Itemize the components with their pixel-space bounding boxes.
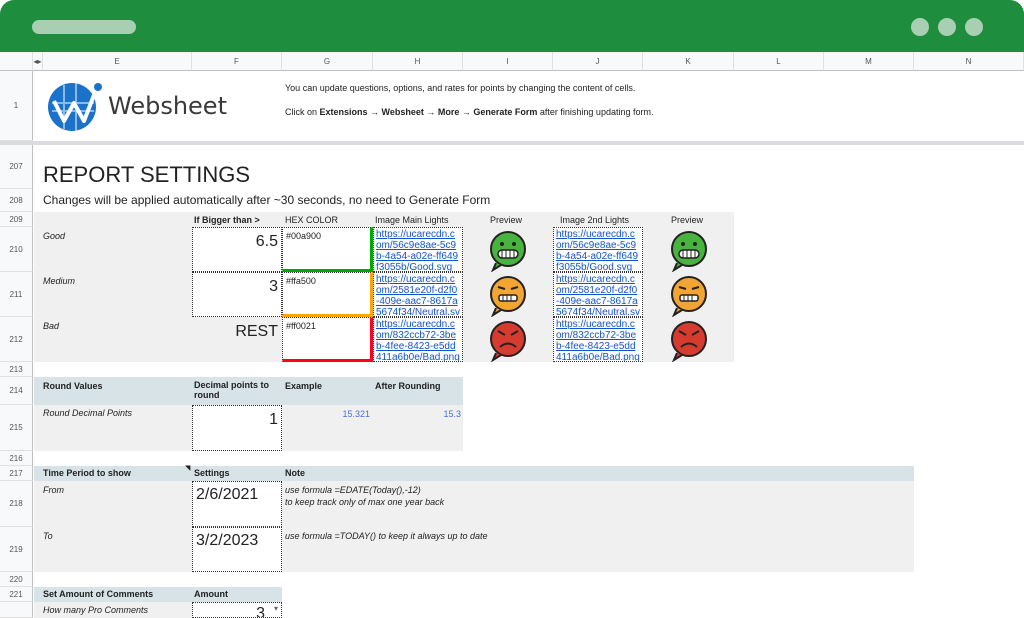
to-date-input[interactable]: 3/2/2023 [192, 527, 282, 572]
row-header[interactable] [0, 602, 33, 618]
column-header-F[interactable]: F [192, 52, 282, 71]
after-rounding-header: After Rounding [375, 381, 441, 391]
row-header[interactable]: 212 [0, 317, 33, 362]
neutral-face-icon [668, 275, 710, 322]
image-link-second[interactable]: https://ucarecdn.com/56c9e8ae-5c9b-4a54-… [553, 227, 643, 272]
threshold-label: Bad [43, 321, 60, 331]
row-header[interactable]: 207 [0, 145, 33, 189]
info-line-2: Click on Extensions → Websheet → More → … [285, 107, 654, 117]
column-header-M[interactable]: M [824, 52, 914, 71]
page-title: REPORT SETTINGS [43, 162, 251, 187]
row-header[interactable]: 214 [0, 377, 33, 405]
image-link-main[interactable]: https://ucarecdn.com/2581e20f-d2f0-409e-… [373, 272, 463, 317]
from-note-2: to keep track only of max one year back [285, 497, 445, 507]
row-header[interactable]: 216 [0, 451, 33, 466]
settings-header: Settings [194, 468, 230, 478]
image-link-main[interactable]: https://ucarecdn.com/56c9e8ae-5c9b-4a54-… [373, 227, 463, 272]
column-header-L[interactable]: L [734, 52, 824, 71]
address-bar-placeholder [32, 20, 136, 34]
happy-face-icon [487, 230, 529, 277]
column-header-G[interactable]: G [282, 52, 373, 71]
header-hex: HEX COLOR [285, 215, 339, 225]
decimal-points-header: Decimal points to round [194, 380, 270, 400]
from-label: From [43, 485, 64, 495]
image-link-main[interactable]: https://ucarecdn.com/832ccb72-3be b-4fee… [373, 317, 463, 362]
column-header-H[interactable]: H [373, 52, 463, 71]
row-header[interactable]: 1 [0, 71, 33, 141]
pro-comments-select[interactable]: 3 ▾ [192, 602, 282, 618]
threshold-label: Good [43, 231, 66, 241]
brand-name: Websheet [108, 92, 227, 120]
note-indicator-icon: ◥ [185, 465, 191, 472]
column-header-I[interactable]: I [463, 52, 553, 71]
column-header-N[interactable]: N [914, 52, 1024, 71]
row-header[interactable]: 213 [0, 362, 33, 377]
pro-comments-label: How many Pro Comments [43, 605, 149, 615]
neutral-face-icon [487, 275, 529, 322]
happy-face-icon [668, 230, 710, 277]
image-link-second[interactable]: https://ucarecdn.com/2581e20f-d2f0-409e-… [553, 272, 643, 317]
row-header[interactable]: 218 [0, 481, 33, 527]
row-header[interactable]: 209 [0, 212, 33, 227]
after-rounding-value: 15.3 [443, 409, 461, 419]
from-date-input[interactable]: 2/6/2021 [192, 481, 282, 527]
row-header[interactable]: 219 [0, 527, 33, 572]
round-decimal-label: Round Decimal Points [43, 408, 133, 418]
spreadsheet: ◂▸ E F G H I J K L M N 1 207 208 209 210… [0, 52, 1024, 618]
column-header-J[interactable]: J [553, 52, 643, 71]
row-header[interactable]: 217 [0, 466, 33, 481]
browser-top-bar [0, 0, 1024, 52]
window-control-dot[interactable] [911, 18, 929, 36]
header-main-lights: Image Main Lights [375, 215, 449, 225]
threshold-label: Medium [43, 276, 76, 286]
hex-color-cell[interactable]: #ffa500 [282, 272, 373, 317]
example-header: Example [285, 381, 323, 391]
column-header-collapsed[interactable]: ◂▸ [33, 52, 43, 71]
row-header[interactable]: 208 [0, 189, 33, 212]
threshold-value-cell[interactable]: 6.5 [192, 227, 282, 272]
decimal-points-input[interactable]: 1 [192, 405, 282, 451]
to-note: use formula =TODAY() to keep it always u… [285, 531, 488, 541]
time-period-header: Time Period to show [43, 468, 131, 478]
row-header[interactable]: 220 [0, 572, 33, 587]
row-header[interactable]: 221 [0, 587, 33, 602]
websheet-logo-icon [46, 77, 102, 133]
window-control-dot[interactable] [938, 18, 956, 36]
column-header-E[interactable]: E [43, 52, 192, 71]
threshold-value-cell[interactable]: 3 [192, 272, 282, 317]
row-header[interactable]: 215 [0, 405, 33, 451]
to-label: To [43, 531, 53, 541]
comments-header: Set Amount of Comments [43, 589, 154, 599]
image-link-second[interactable]: https://ucarecdn.com/832ccb72-3be b-4fee… [553, 317, 643, 362]
time-period-rows [34, 481, 914, 572]
from-note-1: use formula =EDATE(Today(),-12) [285, 485, 421, 495]
angry-face-icon [668, 320, 710, 367]
header-second-lights: Image 2nd Lights [560, 215, 630, 225]
threshold-value-cell[interactable]: REST [192, 317, 282, 362]
column-header-K[interactable]: K [643, 52, 734, 71]
hex-color-cell[interactable]: #00a900 [282, 227, 373, 272]
frozen-row-divider[interactable] [0, 141, 1024, 145]
note-header: Note [285, 468, 305, 478]
amount-header: Amount [194, 589, 228, 599]
info-line-1: You can update questions, options, and r… [285, 83, 636, 93]
example-value: 15.321 [342, 409, 370, 419]
row-header[interactable]: 211 [0, 272, 33, 317]
select-all-corner[interactable] [0, 52, 33, 71]
hex-color-cell[interactable]: #ff0021 [282, 317, 373, 362]
time-period-header-band [34, 466, 914, 481]
chevron-down-icon[interactable]: ▾ [274, 604, 278, 613]
header-bigger: If Bigger than > [194, 215, 260, 225]
header-preview: Preview [490, 215, 523, 225]
report-subtitle: Changes will be applied automatically af… [43, 193, 491, 207]
window-control-dot[interactable] [965, 18, 983, 36]
angry-face-icon [487, 320, 529, 367]
header-preview-2: Preview [671, 215, 704, 225]
round-values-header: Round Values [43, 381, 103, 391]
row-header[interactable]: 210 [0, 227, 33, 272]
